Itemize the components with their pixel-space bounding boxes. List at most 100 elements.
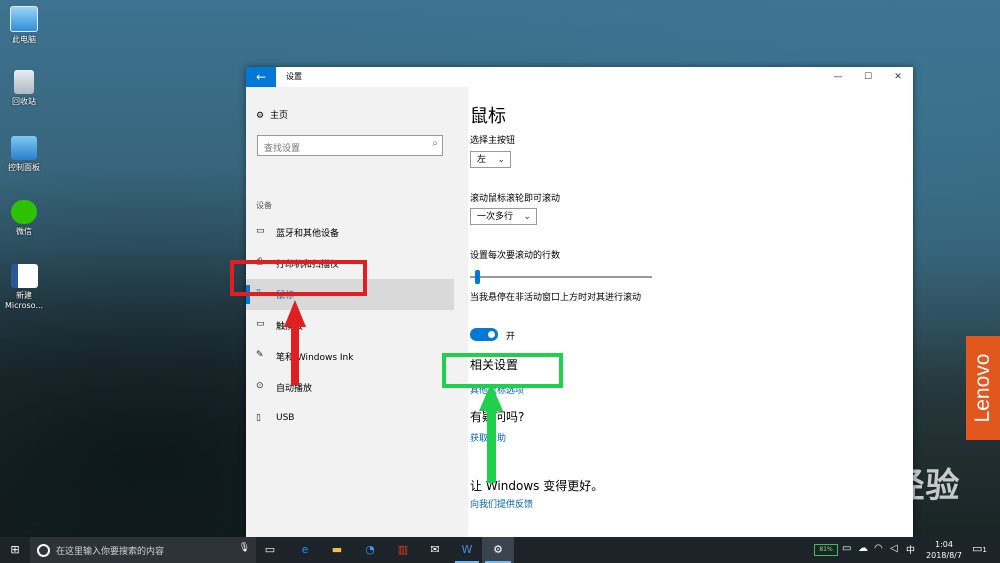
clock-icon: ◔ bbox=[365, 543, 375, 556]
chevron-down-icon: ⌄ bbox=[523, 212, 531, 222]
touchpad-icon: ▭ bbox=[256, 319, 265, 329]
search-box: ⌕ bbox=[257, 135, 443, 158]
scroll-mode-dropdown[interactable]: 一次多行 ⌄ bbox=[470, 208, 537, 225]
desktop-icon-wechat[interactable]: 微信 bbox=[4, 200, 44, 237]
clock[interactable]: 1:04 2018/8/7 bbox=[922, 539, 966, 561]
inactive-scroll-label: 当我悬停在非活动窗口上方时对其进行滚动 bbox=[470, 293, 642, 303]
minimize-button[interactable]: — bbox=[823, 67, 853, 87]
sidebar-item-label: 主页 bbox=[270, 111, 289, 121]
volume-icon[interactable]: ◁ bbox=[890, 543, 898, 554]
red-arrow-shaft bbox=[291, 325, 299, 385]
desktop-icon-recycle-bin[interactable]: 回收站 bbox=[4, 70, 44, 107]
sidebar-item-label: 笔和 Windows Ink bbox=[276, 353, 354, 363]
bluetooth-devices-icon: ▭ bbox=[256, 226, 265, 236]
toggle-state-label: 开 bbox=[506, 332, 516, 342]
close-button[interactable]: ✕ bbox=[883, 67, 913, 87]
dropdown-value: 一次多行 bbox=[477, 212, 514, 222]
red-highlight-box bbox=[230, 260, 367, 296]
edge-button[interactable]: e bbox=[290, 537, 320, 563]
pen-icon: ✎ bbox=[256, 350, 264, 360]
back-button[interactable]: ← bbox=[246, 67, 276, 87]
word-button[interactable]: W bbox=[452, 537, 482, 563]
battery-percent: 81% bbox=[819, 546, 833, 553]
windows-logo-icon: ⊞ bbox=[10, 543, 20, 556]
sidebar-item-usb[interactable]: ▯ USB bbox=[246, 404, 454, 435]
task-view-icon: ▭ bbox=[264, 543, 276, 556]
primary-button-dropdown[interactable]: 左 ⌄ bbox=[470, 151, 511, 168]
microphone-icon[interactable]: 🎙 bbox=[239, 543, 250, 553]
scroll-lines-label: 设置每次要滚动的行数 bbox=[470, 251, 561, 261]
title-bar: ← 设置 — ☐ ✕ bbox=[246, 67, 913, 87]
red-app-icon: ▥ bbox=[397, 543, 409, 556]
dropdown-value: 左 bbox=[477, 155, 487, 165]
mail-icon: ✉ bbox=[430, 543, 440, 556]
desktop-icon-control-panel[interactable]: 控制面板 bbox=[4, 136, 44, 173]
desktop-icon-word[interactable]: 新建 Microso... bbox=[4, 264, 44, 311]
word-icon bbox=[10, 264, 38, 288]
desktop-icon-label: 此电脑 bbox=[12, 35, 36, 44]
lenovo-text: Lenovo bbox=[971, 353, 994, 423]
notification-icon: ▭ bbox=[972, 542, 983, 555]
edge-icon: e bbox=[301, 543, 309, 556]
clock-app-button[interactable]: ◔ bbox=[355, 537, 385, 563]
sidebar-item-home[interactable]: ⚙ 主页 bbox=[256, 108, 288, 121]
scroll-label: 滚动鼠标滚轮即可滚动 bbox=[470, 194, 561, 204]
taskbar-search[interactable]: 在这里输入你要搜索的内容 🎙 bbox=[30, 537, 256, 563]
mail-button[interactable]: ✉ bbox=[420, 537, 450, 563]
input-method-icon[interactable]: 中 bbox=[906, 543, 915, 556]
close-icon: ✕ bbox=[894, 72, 902, 82]
slider-track bbox=[470, 276, 652, 278]
desktop-icon-label: 控制面板 bbox=[8, 163, 40, 172]
start-button[interactable]: ⊞ bbox=[0, 537, 30, 563]
battery-indicator[interactable]: 81% bbox=[814, 544, 838, 556]
sidebar-item-label: USB bbox=[276, 413, 295, 423]
main-content: 鼠标 选择主按钮 左 ⌄ 滚动鼠标滚轮即可滚动 一次多行 ⌄ 设置每次要滚动的行… bbox=[470, 87, 910, 537]
desktop-icon-this-pc[interactable]: 此电脑 bbox=[4, 6, 44, 45]
sidebar-item-autoplay[interactable]: ⊙ 自动播放 bbox=[246, 372, 454, 403]
chevron-down-icon: ⌄ bbox=[497, 155, 505, 165]
notification-count: 1 bbox=[982, 546, 987, 554]
minimize-icon: — bbox=[833, 72, 843, 82]
window-title: 设置 bbox=[286, 72, 302, 81]
desktop-icon-label-line2: Microso... bbox=[4, 301, 44, 310]
desktop-icon-label: 新建 bbox=[16, 291, 32, 300]
desktop-icon-label: 微信 bbox=[16, 227, 32, 236]
primary-button-label: 选择主按钮 bbox=[470, 136, 516, 146]
desktop-icon-label: 回收站 bbox=[12, 97, 36, 106]
computer-icon bbox=[10, 6, 38, 32]
control-panel-icon bbox=[11, 136, 37, 160]
battery-icon[interactable]: ▭ bbox=[842, 543, 851, 554]
red-arrow-head bbox=[284, 300, 306, 327]
cloud-icon[interactable]: ☁ bbox=[858, 543, 868, 554]
green-arrow-shaft bbox=[487, 409, 496, 483]
lenovo-logo: Lenovo bbox=[966, 336, 1000, 440]
scroll-lines-slider[interactable] bbox=[470, 270, 652, 284]
cortana-icon bbox=[37, 544, 50, 557]
maximize-button[interactable]: ☐ bbox=[853, 67, 883, 87]
maximize-icon: ☐ bbox=[863, 72, 873, 82]
toggle-knob bbox=[488, 331, 495, 338]
settings-window: ← 设置 — ☐ ✕ ⚙主页 ⌕ 设备 ▭ 蓝牙和其他设备 ⎙ 打印机和扫描仪 … bbox=[246, 67, 913, 537]
sidebar-category: 设备 bbox=[256, 201, 272, 210]
taskbar: ⊞ 在这里输入你要搜索的内容 🎙 ▭ e ▬ ◔ ▥ ✉ W ⚙ 81% ▭ ☁… bbox=[0, 537, 1000, 563]
autoplay-icon: ⊙ bbox=[256, 381, 264, 391]
sidebar-item-bluetooth[interactable]: ▭ 蓝牙和其他设备 bbox=[246, 217, 454, 248]
settings-button[interactable]: ⚙ bbox=[482, 537, 514, 563]
search-icon[interactable]: ⌕ bbox=[432, 138, 438, 149]
action-center-button[interactable]: ▭1 bbox=[972, 542, 987, 555]
taskbar-search-placeholder: 在这里输入你要搜索的内容 bbox=[56, 547, 165, 557]
slider-thumb[interactable] bbox=[475, 270, 480, 284]
sidebar-item-pen[interactable]: ✎ 笔和 Windows Ink bbox=[246, 341, 454, 372]
feedback-link[interactable]: 向我们提供反馈 bbox=[470, 497, 533, 510]
file-explorer-button[interactable]: ▬ bbox=[322, 537, 352, 563]
search-input[interactable] bbox=[258, 140, 424, 158]
gear-icon: ⚙ bbox=[256, 111, 265, 121]
task-view-button[interactable]: ▭ bbox=[256, 537, 284, 563]
wechat-icon bbox=[11, 200, 37, 224]
wifi-icon[interactable]: ◠ bbox=[874, 543, 883, 554]
sidebar-item-touchpad[interactable]: ▭ 触摸板 bbox=[246, 310, 454, 341]
app-button-red[interactable]: ▥ bbox=[388, 537, 418, 563]
back-arrow-icon: ← bbox=[255, 70, 267, 84]
inactive-scroll-toggle[interactable] bbox=[470, 328, 498, 341]
sidebar: ⚙主页 ⌕ 设备 ▭ 蓝牙和其他设备 ⎙ 打印机和扫描仪 ▯ 鼠标 ▭ 触摸板 … bbox=[246, 87, 468, 537]
